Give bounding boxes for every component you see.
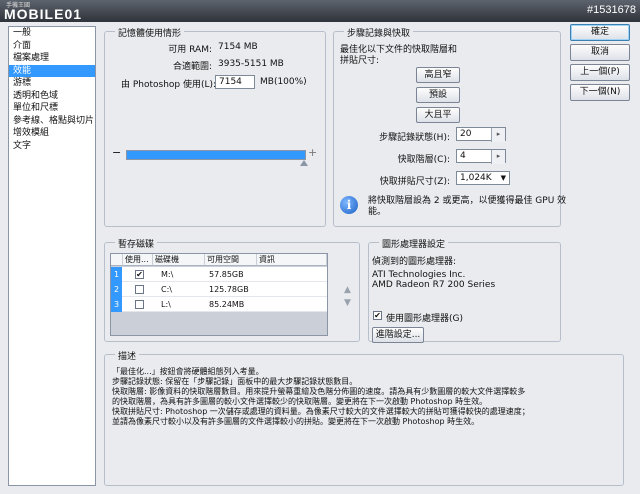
col-header-use[interactable]: 使用...: [123, 254, 153, 266]
cache-levels-spin-icon[interactable]: ▸: [491, 150, 505, 164]
memory-usage-legend: 記憶體使用情形: [115, 26, 185, 39]
description-text: 「最佳化...」按鈕會將硬體組態列入考量。 步驟記錄狀態: 保留在「步驟記錄」面板…: [112, 367, 624, 427]
memory-usage-group: 記憶體使用情形: [104, 26, 326, 227]
row-number: 2: [111, 282, 122, 297]
description-line: 「最佳化...」按鈕會將硬體組態列入考量。: [112, 367, 264, 376]
photoshop-usage-label: 由 Photoshop 使用(L):: [121, 80, 217, 90]
cache-levels-label: 快取階層(C):: [397, 155, 450, 165]
col-header-info[interactable]: 資訊: [257, 254, 327, 266]
next-button[interactable]: 下一個(N): [570, 84, 630, 101]
cancel-button[interactable]: 取消: [570, 44, 630, 61]
row-number: 3: [111, 297, 122, 312]
preferences-category-list[interactable]: 一般 介面 檔案處理 效能 游標 透明和色域 單位和尺標 參考線、格點與切片 增效模組 文字: [8, 26, 96, 486]
cell-drive: L:\: [161, 300, 171, 309]
cell-free: 125.78GB: [209, 285, 249, 294]
tile-size-select[interactable]: 1,024K ▼: [456, 171, 510, 185]
sidebar-item[interactable]: 效能: [9, 64, 95, 77]
gpu-vendor: ATI Technologies Inc.: [372, 270, 466, 280]
col-header-drive[interactable]: 磁碟機: [153, 254, 205, 266]
move-up-arrow-icon[interactable]: ▲: [344, 285, 351, 295]
scratch-disks-legend: 暫存磁碟: [115, 237, 158, 250]
mobile01-logo: MOBILE01: [4, 6, 83, 22]
watermark-id: #1531678: [587, 4, 636, 16]
ok-button[interactable]: 確定: [570, 24, 630, 41]
history-cache-legend: 步驟記錄與快取: [344, 26, 414, 39]
move-down-arrow-icon[interactable]: ▼: [344, 298, 351, 308]
col-header-rownum: [111, 254, 123, 266]
sidebar-item[interactable]: 參考線、格點與切片: [9, 115, 95, 128]
sidebar-item[interactable]: 游標: [9, 77, 95, 90]
use-gpu-checkbox[interactable]: ✔: [373, 311, 382, 320]
use-disk-checkbox[interactable]: [135, 285, 144, 294]
slider-plus-icon: +: [308, 146, 318, 159]
memory-slider-track[interactable]: [126, 150, 306, 160]
cell-free: 85.24MB: [209, 300, 245, 309]
use-gpu-label: 使用圖形處理器(G): [386, 314, 463, 324]
memory-usage-input[interactable]: 7154: [215, 75, 255, 89]
big-flat-button[interactable]: 大且平: [416, 107, 460, 123]
tile-size-label: 快取拼貼尺寸(Z):: [379, 177, 450, 187]
table-row[interactable]: 2 C:\ 125.78GB: [111, 282, 327, 297]
available-ram-value: 7154 MB: [218, 42, 258, 52]
ideal-range-value: 3935-5151 MB: [218, 59, 284, 69]
col-header-free-space[interactable]: 可用空間: [205, 254, 257, 266]
default-button[interactable]: 預設: [416, 87, 460, 103]
description-line: 快取階層: 影像資料的快取階層數目。用來提升螢幕重繪及色階分佈圖的速度。請為具有…: [112, 387, 526, 396]
detected-gpu-label: 偵測到的圖形處理器:: [372, 257, 457, 267]
cache-levels-input[interactable]: 4 ▸: [456, 149, 506, 164]
description-line: 步驟記錄狀態: 保留在「步驟記錄」面板中的最大步驟記錄狀態數目。: [112, 377, 358, 386]
available-ram-label: 可用 RAM:: [168, 45, 212, 55]
table-row[interactable]: 1 ✔ M:\ 57.85GB: [111, 267, 327, 282]
slider-minus-icon: −: [112, 146, 122, 159]
memory-slider-thumb-icon[interactable]: [300, 160, 308, 166]
optimize-text-line2: 拼貼尺寸:: [340, 56, 380, 66]
history-states-label: 步驟記錄狀態(H):: [379, 133, 450, 143]
cell-drive: M:\: [161, 270, 174, 279]
chevron-down-icon: ▼: [500, 174, 506, 182]
memory-slider-fill: [127, 151, 305, 159]
description-legend: 描述: [115, 349, 140, 362]
sidebar-item[interactable]: 介面: [9, 40, 95, 53]
gpu-cache-hint-line1: 將快取階層設為 2 或更高，以便獲得最佳 GPU 效: [368, 196, 567, 206]
tile-size-value: 1,024K: [460, 173, 492, 183]
watermark-bar: 手機王國 MOBILE01 #1531678: [0, 0, 640, 22]
ideal-range-label: 合適範圍:: [172, 62, 212, 72]
history-states-value: 20: [460, 129, 472, 139]
scratch-disk-table[interactable]: 使用... 磁碟機 可用空間 資訊 1 ✔ M:\ 57.85GB 2 C:\ 125.78…: [110, 253, 328, 336]
memory-usage-suffix: MB(100%): [260, 77, 307, 87]
row-number: 1: [111, 267, 122, 282]
sidebar-item[interactable]: 一般: [9, 27, 95, 40]
gpu-model: AMD Radeon R7 200 Series: [372, 280, 496, 290]
advanced-settings-button[interactable]: 進階設定...: [372, 327, 424, 343]
use-disk-checkbox[interactable]: [135, 300, 144, 309]
prev-button[interactable]: 上一個(P): [570, 64, 630, 81]
history-states-input[interactable]: 20 ▸: [456, 127, 506, 142]
cell-drive: C:\: [161, 285, 172, 294]
table-row[interactable]: 3 L:\ 85.24MB: [111, 297, 327, 312]
description-line: 並請為像素尺寸較小以及有許多圖層的文件選擇較小的拼貼。變更將在下一次啟動 Pho…: [112, 417, 480, 426]
sidebar-item[interactable]: 文字: [9, 140, 95, 153]
history-states-spin-icon[interactable]: ▸: [491, 128, 505, 142]
gpu-settings-legend: 圖形處理器設定: [379, 237, 449, 250]
cache-levels-value: 4: [460, 151, 466, 161]
description-line: 快取拼貼尺寸: Photoshop 一次儲存或處理的資料量。為像素尺寸較大的文件…: [112, 407, 530, 416]
sidebar-item[interactable]: 增效模組: [9, 127, 95, 140]
cell-free: 57.85GB: [209, 270, 244, 279]
sidebar-item[interactable]: 檔案處理: [9, 52, 95, 65]
use-disk-checkbox[interactable]: ✔: [135, 270, 144, 279]
info-icon: i: [340, 196, 358, 214]
sidebar-item[interactable]: 透明和色域: [9, 90, 95, 103]
gpu-cache-hint-line2: 能。: [368, 207, 387, 217]
sidebar-item[interactable]: 單位和尺標: [9, 102, 95, 115]
description-line: 的快取階層，為具有許多圖層的較小文件選擇較少的快取階層。變更將在下一次啟動 Ph…: [112, 397, 488, 406]
tall-thin-button[interactable]: 高且窄: [416, 67, 460, 83]
